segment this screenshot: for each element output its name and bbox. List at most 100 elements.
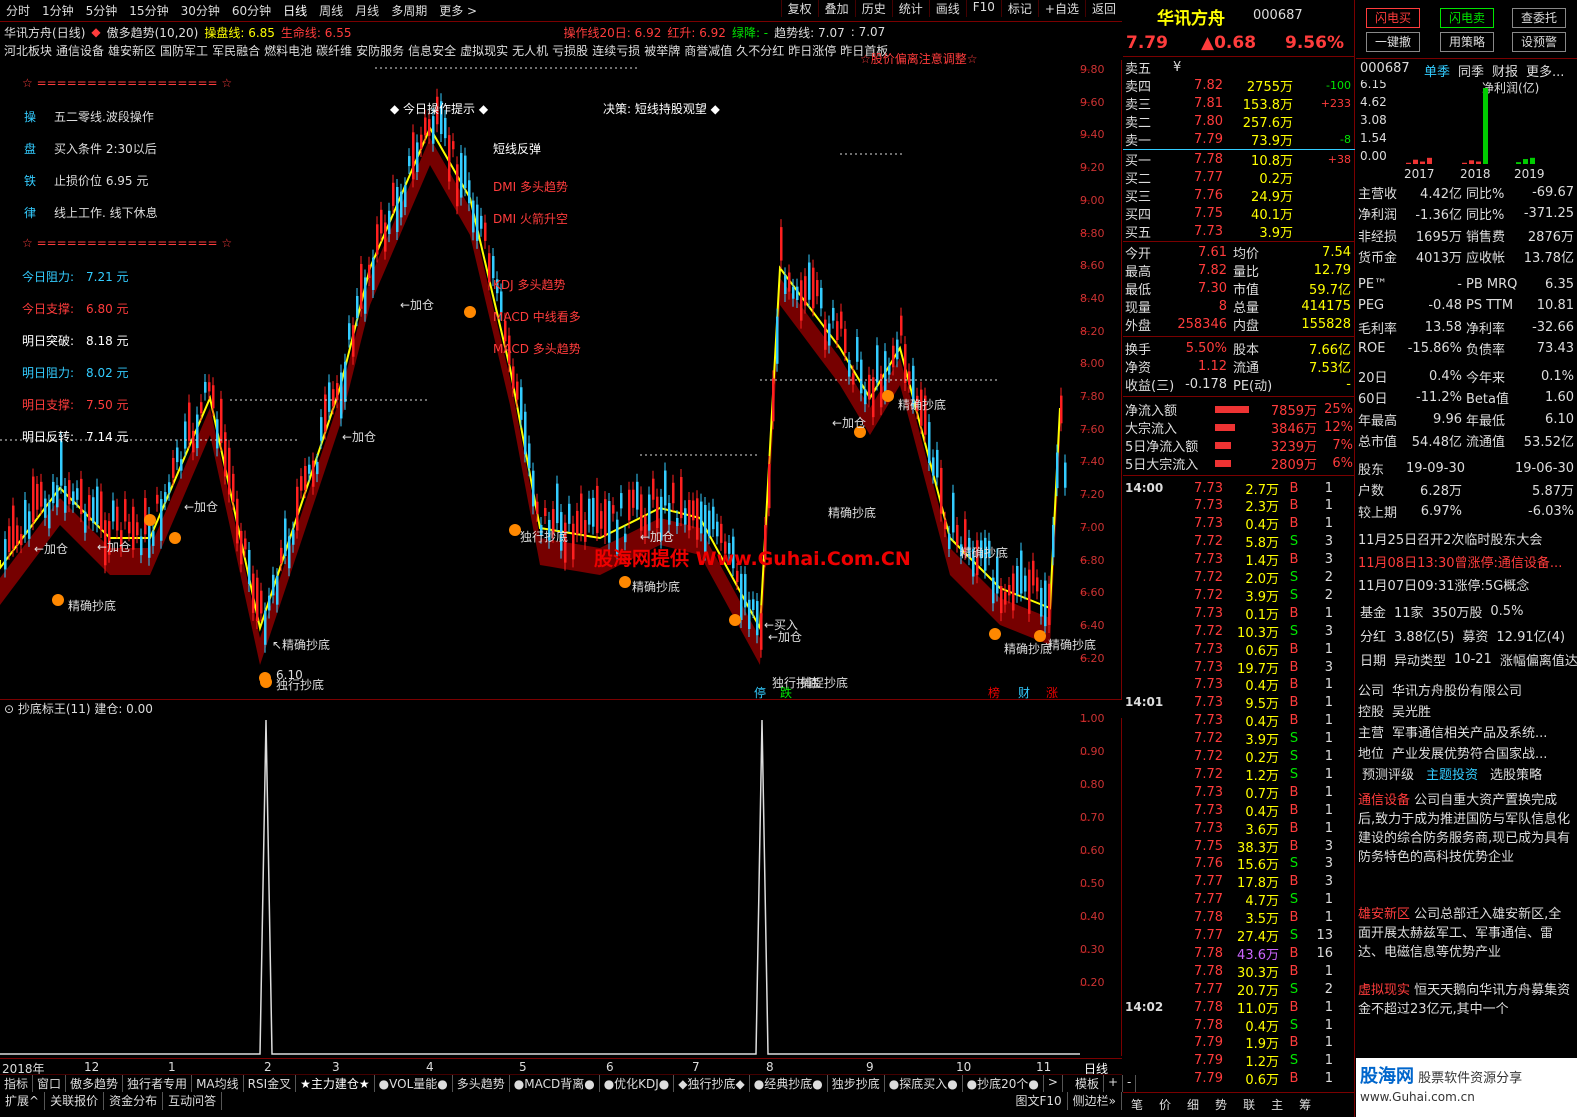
- tab-f10[interactable]: 图文F10: [1010, 1092, 1068, 1110]
- tab-sidebar[interactable]: 侧边栏»: [1068, 1092, 1122, 1110]
- badge-zhang[interactable]: 涨: [1046, 684, 1058, 701]
- tool-back[interactable]: 返回: [1084, 0, 1122, 17]
- news-item[interactable]: 11月07日09:31涨停:5G概念: [1358, 576, 1529, 594]
- tool-overlay[interactable]: 叠加: [817, 0, 855, 17]
- sector-item[interactable]: 河北板块: [4, 42, 52, 60]
- tab-template[interactable]: 模板: [1071, 1075, 1104, 1092]
- fin-tab[interactable]: 更多...: [1526, 61, 1564, 80]
- sector-item[interactable]: 雄安新区: [108, 42, 156, 60]
- tool-draw[interactable]: 画线: [928, 0, 966, 17]
- tab-duxing[interactable]: 独行者专用: [123, 1075, 193, 1092]
- theme-key[interactable]: 通信设备: [1358, 793, 1410, 808]
- tool-fuquan[interactable]: 复权: [780, 0, 818, 17]
- strategy-button[interactable]: 用策略: [1440, 32, 1494, 52]
- news-item[interactable]: 11月08日13:30曾涨停:通信设备...: [1358, 553, 1562, 571]
- tab-bi[interactable]: 笔: [1123, 1093, 1151, 1117]
- menu-fenshi[interactable]: 分时: [0, 2, 36, 19]
- tab-expand[interactable]: 扩展^: [0, 1092, 46, 1110]
- sector-item[interactable]: 被举牌: [644, 42, 680, 60]
- theme-key[interactable]: 虚拟现实: [1358, 983, 1410, 998]
- tab-rsi[interactable]: RSI金叉: [244, 1075, 297, 1092]
- collapse-icon[interactable]: ⊙: [4, 702, 18, 716]
- sector-item[interactable]: 久不分红: [736, 42, 784, 60]
- tool-add-fav[interactable]: +自选: [1037, 0, 1085, 17]
- cancel-all-button[interactable]: 一键撤: [1366, 32, 1420, 52]
- menu-15min[interactable]: 15分钟: [123, 2, 174, 19]
- menu-monthly[interactable]: 月线: [349, 2, 385, 19]
- theme-key[interactable]: 雄安新区: [1358, 907, 1410, 922]
- tab-macd[interactable]: ●MACD背离●: [510, 1075, 600, 1092]
- badge-bang[interactable]: 榜: [988, 684, 1000, 701]
- tab-duxing-chaodi[interactable]: ◆独行抄底◆: [674, 1075, 750, 1092]
- tab-aoduo[interactable]: 傲多趋势: [66, 1075, 124, 1092]
- sector-item[interactable]: 国防军工: [160, 42, 208, 60]
- tab-plus[interactable]: +: [1104, 1075, 1124, 1092]
- sector-item[interactable]: 虚拟现实: [460, 42, 508, 60]
- sector-item[interactable]: 亏损股: [552, 42, 588, 60]
- query-order-button[interactable]: 查委托: [1512, 8, 1566, 28]
- order-row[interactable]: 买三 7.76 24.9万: [1123, 186, 1355, 205]
- fin-tab[interactable]: 同季: [1458, 61, 1484, 80]
- order-row[interactable]: 买四 7.75 40.1万: [1123, 204, 1355, 223]
- tab-chou[interactable]: 筹: [1291, 1093, 1319, 1117]
- sub-indicator-chart[interactable]: 1.00 0.90 0.80 0.70 0.60 0.50 0.40 0.30 0.20: [0, 712, 1122, 1056]
- tool-history[interactable]: 历史: [854, 0, 892, 17]
- tab-zhuli[interactable]: ★主力建仓★: [296, 1075, 375, 1092]
- tab-lian[interactable]: 联: [1235, 1093, 1263, 1117]
- order-row[interactable]: 买一 7.78 10.8万 +38: [1123, 150, 1355, 169]
- order-row[interactable]: 卖三 7.81 153.8万 +233: [1123, 94, 1355, 113]
- sector-item[interactable]: 燃料电池: [264, 42, 312, 60]
- order-row[interactable]: 卖四 7.82 2755万 -100: [1123, 76, 1355, 95]
- fin-tab[interactable]: 财报: [1492, 61, 1518, 80]
- tab-chaodi20[interactable]: ●抄底20个●: [963, 1075, 1044, 1092]
- menu-5min[interactable]: 5分钟: [80, 2, 124, 19]
- menu-more[interactable]: 更多 >: [433, 2, 483, 19]
- tool-f10[interactable]: F10: [965, 0, 1001, 17]
- sector-item[interactable]: 无人机: [512, 42, 548, 60]
- company-tab[interactable]: 选股策略: [1484, 764, 1548, 783]
- news-item[interactable]: 11月25日召开2次临时股东大会: [1358, 530, 1542, 548]
- tab-dubu[interactable]: 独步抄底: [828, 1075, 885, 1092]
- tab-next[interactable]: >: [1044, 1075, 1063, 1092]
- tab-vol[interactable]: ●VOL量能●: [375, 1075, 453, 1092]
- order-row[interactable]: 买二 7.77 0.2万: [1123, 168, 1355, 187]
- tab-qa[interactable]: 互动问答: [163, 1092, 223, 1110]
- sector-item[interactable]: 连续亏损: [592, 42, 640, 60]
- order-row[interactable]: 卖五 ¥: [1123, 58, 1181, 77]
- tab-xi[interactable]: 细: [1179, 1093, 1207, 1117]
- flash-sell-button[interactable]: 闪电卖: [1440, 8, 1494, 28]
- tab-related[interactable]: 关联报价: [45, 1092, 105, 1110]
- tab-kdj[interactable]: ●优化KDJ●: [600, 1075, 675, 1092]
- tab-window[interactable]: 窗口: [33, 1075, 67, 1092]
- sector-item[interactable]: 军民融合: [212, 42, 260, 60]
- tab-tandi[interactable]: ●探底买入●: [885, 1075, 963, 1092]
- flash-buy-button[interactable]: 闪电买: [1366, 8, 1420, 28]
- company-tab[interactable]: 主题投资: [1420, 764, 1484, 783]
- menu-daily[interactable]: 日线: [277, 2, 313, 19]
- tab-funds[interactable]: 资金分布: [104, 1092, 164, 1110]
- company-tab[interactable]: 预测评级: [1356, 764, 1420, 783]
- order-row[interactable]: 买五 7.73 3.9万: [1123, 222, 1355, 241]
- badge-ting[interactable]: 停: [754, 684, 766, 701]
- indicator-name[interactable]: 傲多趋势(10,20): [107, 24, 199, 41]
- alert-button[interactable]: 设预警: [1512, 32, 1566, 52]
- tab-zhu[interactable]: 主: [1263, 1093, 1291, 1117]
- tab-jingdian[interactable]: ●经典抄底●: [750, 1075, 828, 1092]
- menu-60min[interactable]: 60分钟: [226, 2, 277, 19]
- fin-tab[interactable]: 单季: [1424, 61, 1450, 80]
- candlestick-chart[interactable]: ☆股价偏离注意调整☆ ☆ ================== ☆ 操 五二零线…: [0, 52, 1122, 701]
- tab-duotou[interactable]: 多头趋势: [453, 1075, 510, 1092]
- tab-indicator[interactable]: 指标: [0, 1075, 34, 1092]
- sector-item[interactable]: 碳纤维: [316, 42, 352, 60]
- tab-ma[interactable]: MA均线: [192, 1075, 244, 1092]
- tool-mark[interactable]: 标记: [1000, 0, 1038, 17]
- sub-indicator-name[interactable]: 抄底标王(11) 建仓: 0.00: [18, 702, 153, 716]
- badge-die[interactable]: 跌: [780, 684, 792, 701]
- order-row[interactable]: 卖二 7.80 257.6万: [1123, 112, 1355, 131]
- tab-jia[interactable]: 价: [1151, 1093, 1179, 1117]
- sector-item[interactable]: 安防服务: [356, 42, 404, 60]
- menu-multi[interactable]: 多周期: [385, 2, 433, 19]
- order-row[interactable]: 卖一 7.79 73.9万 -8: [1123, 130, 1355, 149]
- tool-stats[interactable]: 统计: [891, 0, 929, 17]
- sector-item[interactable]: 昨日涨停: [788, 42, 836, 60]
